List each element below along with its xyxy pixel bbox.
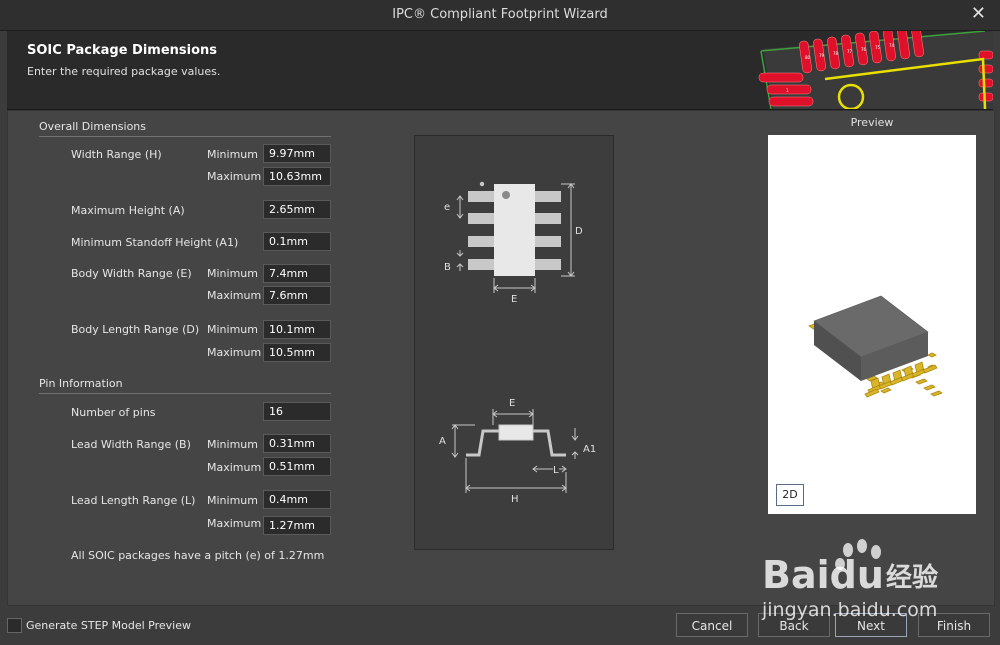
section-divider	[39, 136, 331, 137]
lead-length-max-label: Maximum	[207, 517, 262, 530]
diagram-label-b: B	[444, 262, 451, 273]
diagram-label-d: D	[575, 226, 583, 237]
cancel-button[interactable]: Cancel	[676, 613, 748, 637]
back-button[interactable]: Back	[758, 613, 830, 637]
side-label-a: A	[439, 436, 446, 447]
body-width-min-field[interactable]	[263, 264, 331, 283]
lead-width-min-field[interactable]	[263, 434, 331, 453]
side-label-e: E	[509, 398, 515, 409]
body-length-max-label: Maximum	[207, 346, 262, 359]
dimensions-panel: Overall Dimensions Width Range (H) Minim…	[7, 110, 995, 606]
lead-width-min-label: Minimum	[207, 438, 258, 451]
step-preview-label: Generate STEP Model Preview	[26, 619, 191, 632]
diagram-label-e: e	[444, 202, 450, 213]
max-height-label: Maximum Height (A)	[71, 204, 185, 217]
pad-label: 78	[833, 51, 839, 56]
title-bar: IPC® Compliant Footprint Wizard ✕	[0, 0, 1000, 31]
side-label-a1: A1	[583, 444, 596, 455]
side-label-h: H	[511, 494, 519, 505]
body-length-label: Body Length Range (D)	[71, 323, 200, 336]
pad-label: 75	[875, 45, 881, 50]
body-width-min-label: Minimum	[207, 267, 258, 280]
lead-width-max-label: Maximum	[207, 461, 262, 474]
window-title: IPC® Compliant Footprint Wizard	[392, 7, 608, 22]
close-icon[interactable]: ✕	[971, 3, 986, 24]
preview-pane[interactable]: 2D	[768, 135, 976, 514]
section-pin-information: Pin Information	[39, 377, 123, 390]
top-view	[468, 181, 561, 276]
soic-3d-model	[808, 295, 943, 398]
body-width-label: Body Width Range (E)	[71, 267, 192, 280]
next-button[interactable]: Next	[835, 613, 907, 637]
diagram-label-e-body: E	[511, 294, 517, 305]
min-standoff-label: Minimum Standoff Height (A1)	[71, 236, 239, 249]
width-min-field[interactable]	[263, 144, 331, 163]
lead-width-max-field[interactable]	[263, 457, 331, 476]
page-subtitle: Enter the required package values.	[27, 65, 221, 78]
page-title: SOIC Package Dimensions	[27, 43, 218, 58]
pad-label: 77	[847, 49, 853, 54]
lead-length-label: Lead Length Range (L)	[71, 494, 196, 507]
body-width-max-field[interactable]	[263, 286, 331, 305]
lead-length-min-field[interactable]	[263, 490, 331, 509]
side-view	[451, 409, 579, 493]
width-range-label: Width Range (H)	[71, 148, 162, 161]
view-2d-button[interactable]: 2D	[776, 484, 804, 506]
lead-length-min-label: Minimum	[207, 494, 258, 507]
section-overall-dimensions: Overall Dimensions	[39, 120, 147, 133]
finish-button[interactable]: Finish	[918, 613, 990, 637]
max-height-field[interactable]	[263, 200, 331, 219]
num-pins-label: Number of pins	[71, 406, 156, 419]
width-min-label: Minimum	[207, 148, 258, 161]
lead-length-max-field[interactable]	[263, 516, 331, 535]
body-length-min-label: Minimum	[207, 323, 258, 336]
min-standoff-field[interactable]	[263, 232, 331, 251]
wizard-header: SOIC Package Dimensions Enter the requir…	[7, 31, 993, 110]
num-pins-field[interactable]	[263, 402, 331, 421]
side-label-l: L	[553, 465, 559, 476]
step-preview-checkbox[interactable]	[7, 618, 22, 633]
section-divider	[39, 393, 331, 394]
pitch-note: All SOIC packages have a pitch (e) of 1.…	[71, 549, 325, 562]
package-dimension-diagram: e B D E E A A1 L H	[414, 135, 614, 550]
soic-diagram: e B D E E A A1 L H	[439, 181, 596, 505]
pad-label: 79	[819, 53, 825, 58]
lead-width-label: Lead Width Range (B)	[71, 438, 191, 451]
pad-label: 76	[861, 47, 867, 52]
width-max-field[interactable]	[263, 167, 331, 186]
width-max-label: Maximum	[207, 170, 262, 183]
pad-label: 74	[889, 43, 895, 48]
body-length-max-field[interactable]	[263, 343, 331, 362]
pad-label: 80	[805, 55, 811, 60]
pcb-header-image: 1 80 79 78 77 76 75 74	[753, 31, 993, 109]
body-width-max-label: Maximum	[207, 289, 262, 302]
preview-title: Preview	[850, 116, 894, 129]
body-length-min-field[interactable]	[263, 320, 331, 339]
